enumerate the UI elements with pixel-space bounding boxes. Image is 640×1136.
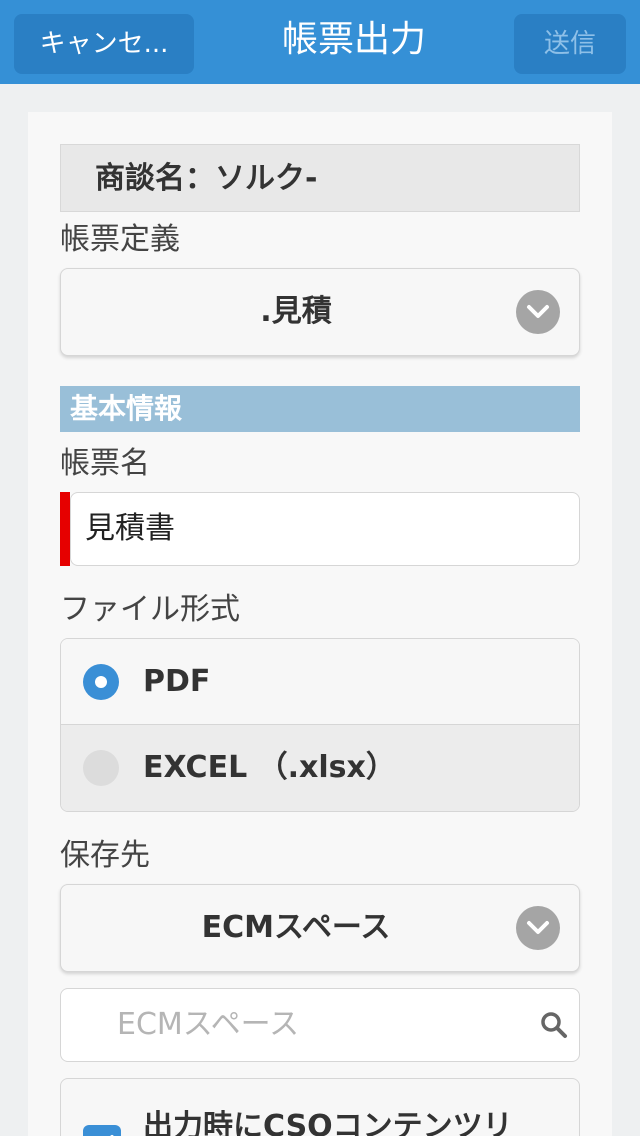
checkmark-icon [110,1135,114,1136]
report-name-input[interactable]: 見積書 [70,492,580,566]
report-name-label: 帳票名 [60,446,150,481]
file-format-radio-group: PDF EXCEL （.xlsx） [60,638,580,812]
radio-selected-icon [83,664,119,700]
ecm-space-search[interactable]: ECMスペース [60,988,580,1062]
checkbox[interactable] [83,1125,121,1136]
page-title: 帳票出力 [281,19,426,60]
checkbox-label: 出力時にCSOコンテンツリ [143,1109,513,1136]
report-definition-label: 帳票定義 [60,222,180,257]
save-to-select[interactable]: ECMスペース [60,884,580,972]
deal-name-banner: 商談名：ソルク- [60,144,580,212]
report-definition-value: .見積 [260,294,332,329]
file-format-label: ファイル形式 [60,592,240,627]
header-bar: キャンセ... 帳票出力 送信 [0,0,640,84]
radio-option-excel[interactable]: EXCEL （.xlsx） [61,725,579,811]
radio-unselected-icon [83,750,119,786]
section-header-basic-info: 基本情報 [60,386,580,432]
cso-content-checkbox-row[interactable]: 出力時にCSOコンテンツリ [60,1078,580,1136]
radio-label-pdf: PDF [143,664,211,699]
search-input[interactable]: ECMスペース [117,989,517,1061]
radio-label-excel: EXCEL （.xlsx） [143,750,396,785]
cancel-button[interactable]: キャンセ... [14,14,194,74]
chevron-down-icon [516,906,560,950]
save-to-label: 保存先 [60,838,150,873]
save-to-value: ECMスペース [201,910,391,945]
radio-option-pdf[interactable]: PDF [61,639,579,725]
required-indicator [60,492,70,566]
chevron-down-icon [516,290,560,334]
report-definition-select[interactable]: .見積 [60,268,580,356]
search-icon[interactable] [539,1010,569,1040]
send-button[interactable]: 送信 [514,14,626,74]
